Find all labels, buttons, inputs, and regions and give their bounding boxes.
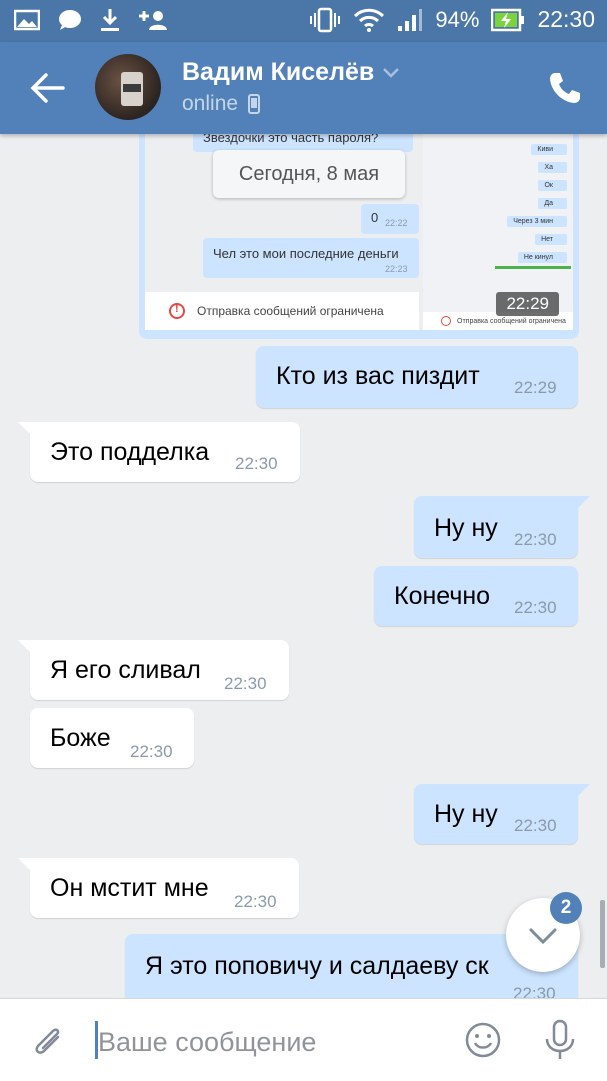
message-time: 22:30 [224, 674, 267, 693]
message-text: Ну ну [434, 514, 498, 542]
message-text: Боже [50, 724, 111, 752]
download-icon [100, 8, 120, 32]
photo-progress [495, 266, 571, 269]
message-time: 22:30 [130, 742, 173, 761]
photo-left-pane: Звездочки это часть пароля? Сегодня, 8 м… [145, 134, 419, 330]
message-time: 22:30 [234, 892, 277, 911]
message-text: Конечно [394, 582, 491, 610]
message-bubble-incoming[interactable]: Боже 22:30 [30, 708, 194, 768]
message-bubble-outgoing[interactable]: Конечно 22:30 [374, 566, 578, 626]
warning-icon [441, 316, 451, 326]
message-time: 22:30 [235, 454, 278, 473]
photo-message: 0 22:22 [361, 204, 419, 234]
message-notification-icon [58, 9, 82, 31]
message-bubble-outgoing[interactable]: Ну ну 22:30 [414, 784, 590, 844]
photo-attachment[interactable]: Звездочки это часть пароля? Сегодня, 8 м… [139, 134, 579, 339]
avatar[interactable] [95, 54, 161, 120]
photo-message: Не кинул [517, 252, 567, 263]
contact-status: online [182, 92, 261, 116]
message-time: 22:30 [514, 530, 557, 549]
warning-icon [169, 303, 185, 319]
chevron-down-icon [383, 67, 400, 78]
message-text: Я это поповичу и салдаеву ск [145, 952, 489, 980]
mobile-icon [248, 94, 261, 114]
microphone-icon [545, 1019, 575, 1059]
photo-message: Чел это мои последние деньги 22:23 [203, 238, 419, 278]
composer [0, 998, 607, 1081]
add-friend-icon [138, 9, 168, 31]
message-bubble-incoming[interactable]: Я его сливал 22:30 [18, 640, 289, 700]
vibrate-icon [309, 7, 341, 33]
attach-button[interactable] [30, 1021, 66, 1061]
call-button[interactable] [547, 70, 583, 106]
message-time: 22:29 [496, 292, 559, 316]
message-time: 22:30 [513, 984, 556, 998]
message-bubble-incoming[interactable]: Он мстит мне 22:30 [18, 858, 299, 918]
unread-badge: 2 [550, 892, 582, 924]
message-time: 22:30 [514, 816, 557, 835]
message-text: Ну ну [434, 800, 498, 828]
contact-name: Вадим Киселёв [182, 58, 375, 86]
wifi-icon [353, 7, 385, 33]
battery-charging-icon [491, 8, 525, 32]
chat-header: Вадим Киселёв online [0, 42, 607, 134]
message-text: Я его сливал [50, 656, 201, 684]
clock: 22:30 [537, 6, 595, 32]
message-time: 22:29 [514, 378, 557, 397]
gallery-icon [14, 9, 40, 31]
message-text: Это подделка [50, 438, 210, 466]
photo-message: Нет [535, 234, 567, 245]
photo-message: Да [538, 198, 567, 209]
photo-message: Ха [538, 162, 567, 173]
message-text: Кто из вас пиздит [276, 362, 480, 390]
contact-name-button[interactable]: Вадим Киселёв [182, 58, 400, 87]
message-list[interactable]: Звездочки это часть пароля? Сегодня, 8 м… [0, 134, 607, 998]
restriction-notice: Отправка сообщений ограничена [145, 292, 419, 330]
battery-percent: 94% [435, 6, 480, 32]
photo-message: Через 3 мин [507, 216, 567, 227]
status-bar: 94% 22:30 [0, 0, 607, 42]
message-time: 22:30 [514, 598, 557, 617]
phone-icon [550, 73, 580, 103]
arrow-left-icon [30, 73, 65, 103]
message-text: Он мстит мне [50, 874, 209, 902]
scrollbar[interactable] [600, 900, 605, 968]
message-bubble-incoming[interactable]: Это подделка 22:30 [18, 422, 300, 482]
photo-message: Ок [538, 180, 567, 191]
smile-icon [465, 1022, 501, 1058]
date-divider: Сегодня, 8 мая [213, 150, 405, 198]
message-bubble-outgoing[interactable]: Кто из вас пиздит 22:29 [256, 346, 578, 408]
online-status: online [182, 92, 239, 115]
signal-icon [397, 8, 423, 32]
voice-message-button[interactable] [543, 1019, 577, 1061]
emoji-button[interactable] [464, 1021, 502, 1059]
message-input[interactable] [96, 1019, 450, 1065]
back-button[interactable] [30, 72, 66, 104]
message-bubble-outgoing[interactable]: Ну ну 22:30 [414, 496, 590, 558]
photo-message: Киви [531, 144, 567, 155]
paperclip-icon [35, 1028, 60, 1054]
